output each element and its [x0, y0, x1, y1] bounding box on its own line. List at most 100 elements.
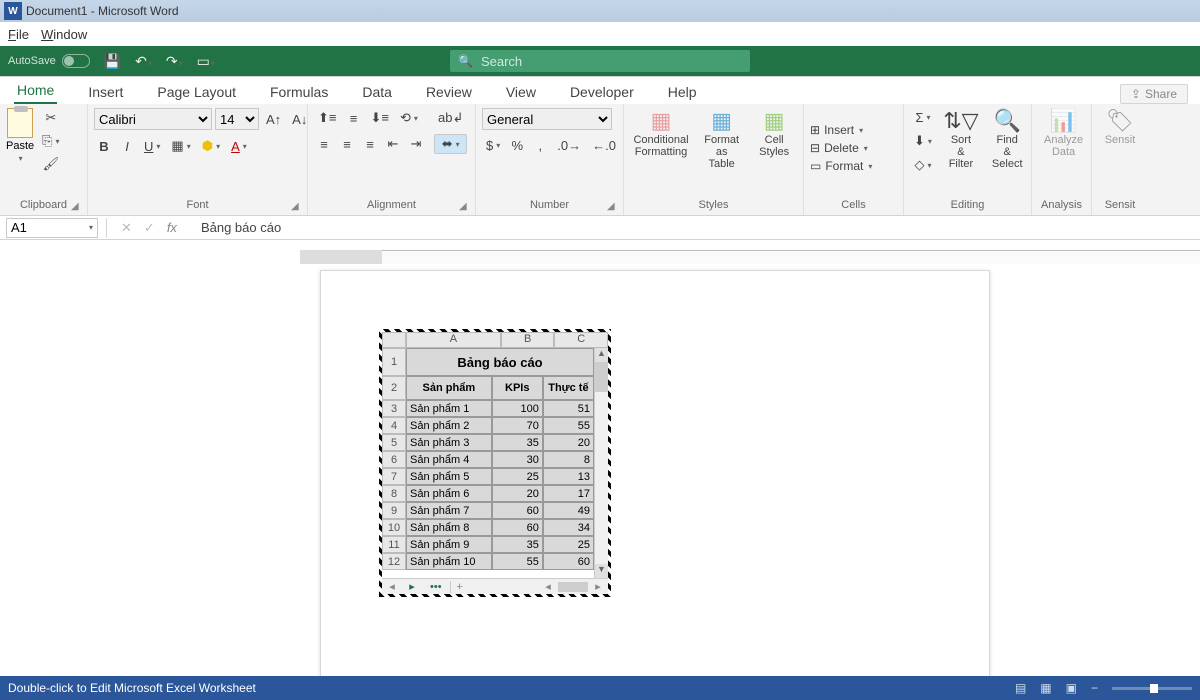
cell-product[interactable]: Sản phẩm 9 [406, 536, 492, 553]
cell-actual[interactable]: 13 [543, 468, 594, 485]
name-box[interactable]: A1 ▾ [6, 218, 98, 238]
number-format-select[interactable]: General [482, 108, 612, 130]
col-header-c[interactable]: C [554, 332, 608, 348]
menu-window[interactable]: Window [41, 27, 87, 42]
tab-nav-prev-icon[interactable]: ◂ [382, 580, 402, 593]
tab-formulas[interactable]: Formulas [267, 80, 331, 104]
cell-kpi[interactable]: 60 [492, 519, 543, 536]
scroll-up-icon[interactable]: ▲ [595, 348, 608, 362]
align-middle-icon[interactable]: ≡ [343, 109, 363, 128]
comma-format-icon[interactable]: , [530, 136, 550, 155]
cells-insert-button[interactable]: ⊞Insert▾ [810, 123, 863, 137]
autosum-icon[interactable]: Σ▾ [910, 108, 936, 127]
row-header[interactable]: 4 [382, 417, 406, 434]
underline-button[interactable]: U▾ [140, 137, 164, 156]
cell-actual[interactable]: 20 [543, 434, 594, 451]
cell-product[interactable]: Sản phẩm 4 [406, 451, 492, 468]
fill-icon[interactable]: ⬇▾ [910, 131, 936, 151]
cell-actual[interactable]: 60 [543, 553, 594, 570]
italic-button[interactable]: I [117, 137, 137, 156]
cell-kpi[interactable]: 30 [492, 451, 543, 468]
copy-icon[interactable]: ⎘▾ [38, 131, 63, 151]
cell-product[interactable]: Sản phẩm 8 [406, 519, 492, 536]
touch-mode-icon[interactable]: ▭▾ [197, 53, 215, 70]
view-page-icon[interactable]: ▦ [1040, 681, 1051, 695]
cell-actual[interactable]: 49 [543, 502, 594, 519]
cell-actual[interactable]: 8 [543, 451, 594, 468]
cell-styles-button[interactable]: ▦ Cell Styles [751, 108, 797, 160]
horizontal-ruler[interactable] [300, 248, 1200, 266]
cell-kpi[interactable]: 35 [492, 434, 543, 451]
scroll-down-icon[interactable]: ▼ [595, 564, 608, 578]
header-thuc-te[interactable]: Thực tế [543, 376, 594, 400]
fill-color-button[interactable]: ⬢▾ [198, 136, 224, 156]
tab-help[interactable]: Help [665, 80, 700, 104]
sort-filter-button[interactable]: ⇅▽ Sort & Filter [940, 108, 982, 172]
font-color-button[interactable]: A▾ [227, 137, 251, 156]
row-header[interactable]: 8 [382, 485, 406, 502]
cells-delete-button[interactable]: ⊟Delete▾ [810, 141, 868, 155]
decrease-decimal-icon[interactable]: ←.0 [588, 136, 620, 155]
share-button[interactable]: ⇪ Share [1120, 84, 1188, 104]
cell-product[interactable]: Sản phẩm 2 [406, 417, 492, 434]
font-launcher-icon[interactable]: ◢ [291, 201, 303, 213]
row-header[interactable]: 11 [382, 536, 406, 553]
menu-file[interactable]: File [8, 27, 29, 42]
align-left-icon[interactable]: ≡ [314, 135, 334, 154]
clear-icon[interactable]: ◇▾ [910, 155, 936, 175]
cell-product[interactable]: Sản phẩm 5 [406, 468, 492, 485]
increase-indent-icon[interactable]: ⇥ [406, 134, 426, 154]
merge-center-icon[interactable]: ⬌▾ [434, 134, 467, 154]
tab-data[interactable]: Data [359, 80, 395, 104]
add-sheet-button[interactable]: + [451, 581, 469, 593]
cell-actual[interactable]: 34 [543, 519, 594, 536]
wrap-text-icon[interactable]: ab↲ [434, 108, 467, 128]
cell-actual[interactable]: 51 [543, 400, 594, 417]
row-header[interactable]: 2 [382, 376, 406, 400]
decrease-indent-icon[interactable]: ⇤ [383, 134, 403, 154]
align-right-icon[interactable]: ≡ [360, 135, 380, 154]
find-select-button[interactable]: 🔍 Find & Select [986, 108, 1029, 172]
align-center-icon[interactable]: ≡ [337, 135, 357, 154]
select-all-corner[interactable] [382, 332, 406, 348]
tab-home[interactable]: Home [14, 78, 57, 104]
hscroll-thumb[interactable] [558, 582, 588, 592]
row-header[interactable]: 12 [382, 553, 406, 570]
analyze-data-button[interactable]: 📊 Analyze Data [1038, 108, 1089, 160]
cell-kpi[interactable]: 55 [492, 553, 543, 570]
font-size-select[interactable]: 14 [215, 108, 259, 130]
search-input[interactable] [481, 54, 742, 69]
save-icon[interactable]: 💾 [104, 53, 121, 70]
cell-kpi[interactable]: 100 [492, 400, 543, 417]
cell-actual[interactable]: 25 [543, 536, 594, 553]
tab-developer[interactable]: Developer [567, 80, 637, 104]
row-header[interactable]: 1 [382, 348, 406, 376]
cell-actual[interactable]: 55 [543, 417, 594, 434]
fx-icon[interactable]: fx [161, 220, 183, 235]
cell-kpi[interactable]: 60 [492, 502, 543, 519]
autosave-toggle[interactable]: AutoSave [8, 54, 90, 68]
bold-button[interactable]: B [94, 137, 114, 156]
zoom-slider[interactable] [1112, 687, 1192, 690]
sensitivity-button[interactable]: 🏷 Sensit [1098, 108, 1142, 148]
embedded-excel-object[interactable]: A B C 1 Bảng báo cáo 2 Sản phẩm KPIs Thự… [382, 332, 608, 594]
vertical-scrollbar[interactable]: ▲ ▼ [594, 348, 608, 578]
cells-format-button[interactable]: ▭Format▾ [810, 159, 872, 173]
percent-format-icon[interactable]: % [507, 136, 527, 155]
cell-product[interactable]: Sản phẩm 6 [406, 485, 492, 502]
cancel-formula-icon[interactable]: ✕ [115, 220, 138, 236]
increase-font-icon[interactable]: A↑ [262, 110, 285, 129]
undo-icon[interactable]: ↶▾ [135, 53, 152, 70]
cell-product[interactable]: Sản phẩm 7 [406, 502, 492, 519]
search-box[interactable]: 🔍 [450, 50, 750, 72]
col-header-b[interactable]: B [501, 332, 555, 348]
format-as-table-button[interactable]: ▦ Format as Table [696, 108, 747, 172]
title-cell[interactable]: Bảng báo cáo [406, 348, 594, 376]
border-button[interactable]: ▦▾ [167, 136, 194, 156]
increase-decimal-icon[interactable]: .0→ [553, 136, 585, 155]
col-header-a[interactable]: A [406, 332, 501, 348]
cell-product[interactable]: Sản phẩm 1 [406, 400, 492, 417]
cell-actual[interactable]: 17 [543, 485, 594, 502]
cell-kpi[interactable]: 25 [492, 468, 543, 485]
number-launcher-icon[interactable]: ◢ [607, 201, 619, 213]
